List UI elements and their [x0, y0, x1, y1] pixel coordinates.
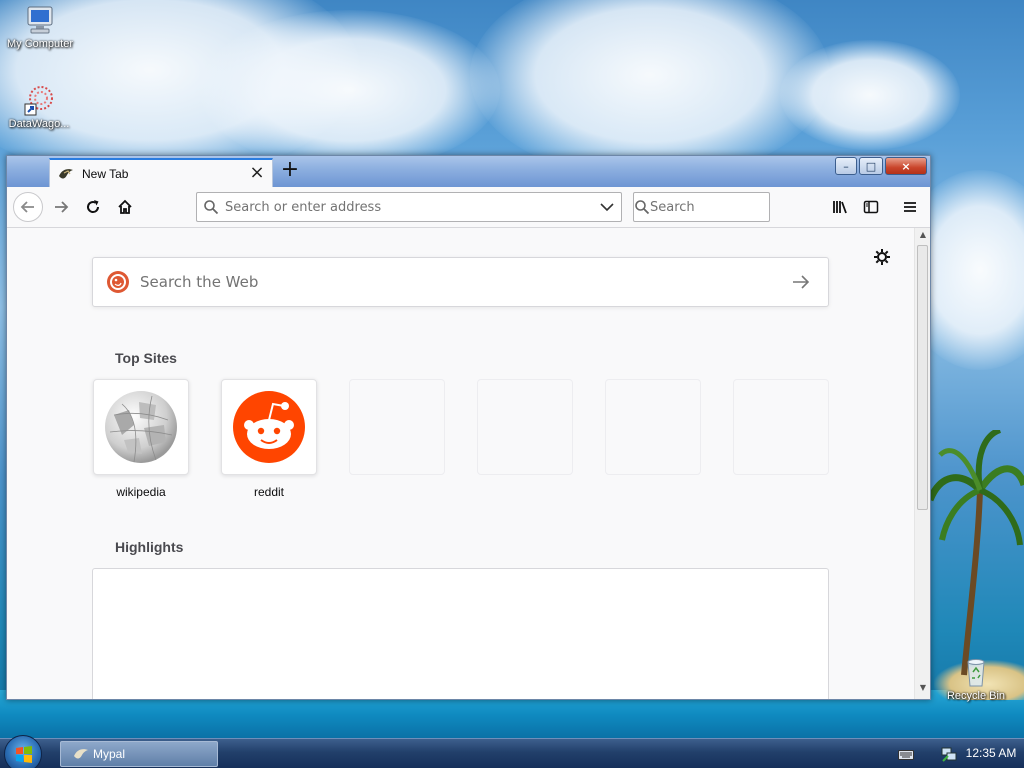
palm-tree-image	[930, 430, 1024, 676]
new-tab-button[interactable]: +	[279, 159, 301, 183]
back-button[interactable]	[13, 192, 43, 222]
duckduckgo-icon	[106, 270, 130, 294]
top-site-label: reddit	[253, 485, 285, 499]
web-search-input[interactable]	[140, 273, 786, 291]
library-button[interactable]	[827, 193, 855, 221]
address-input[interactable]	[225, 199, 593, 215]
search-input[interactable]	[650, 199, 820, 215]
vertical-scrollbar[interactable]: ▲ ▼	[914, 228, 930, 699]
web-search-box[interactable]	[92, 257, 829, 307]
scroll-down-icon[interactable]: ▼	[915, 683, 931, 697]
desktop-icon-datawagon[interactable]: DataWago...	[0, 84, 78, 130]
keyboard-icon[interactable]	[898, 749, 914, 760]
minimize-icon: –	[843, 159, 849, 173]
arrow-right-icon[interactable]	[786, 267, 816, 297]
desktop-icon-recycle-bin[interactable]: Recycle Bin	[937, 656, 1015, 702]
mypal-icon	[74, 749, 88, 759]
datawagon-shortcut-icon	[23, 84, 55, 116]
computer-icon	[24, 4, 56, 36]
top-site-tile-empty[interactable]	[733, 379, 829, 475]
highlights-title: Highlights	[115, 539, 184, 555]
scroll-up-icon[interactable]: ▲	[915, 230, 931, 244]
close-icon: ×	[901, 159, 911, 173]
new-tab-page: Top Sites wikipedia	[7, 228, 914, 699]
mypal-favicon-icon	[58, 167, 74, 181]
top-site-tile-empty[interactable]	[605, 379, 701, 475]
sidebar-toggle-button[interactable]	[857, 193, 885, 221]
forward-arrow-icon	[55, 201, 69, 213]
maximize-button[interactable]: □	[859, 157, 883, 175]
top-site-label: wikipedia	[116, 485, 166, 499]
home-button[interactable]	[111, 193, 139, 221]
highlights-panel	[92, 568, 829, 699]
address-bar[interactable]	[196, 192, 622, 222]
top-site-tile-wikipedia[interactable]	[93, 379, 189, 475]
home-icon	[118, 199, 132, 214]
search-icon	[197, 199, 225, 215]
desktop-icon-label: Recycle Bin	[946, 690, 1006, 702]
chevron-down-icon[interactable]	[593, 202, 621, 212]
scrollbar-thumb[interactable]	[917, 245, 928, 510]
menu-button[interactable]	[896, 193, 924, 221]
tab-new-tab[interactable]: New Tab ×	[49, 158, 273, 187]
taskbar-window-label: Mypal	[93, 747, 126, 761]
taskbar-clock[interactable]: 12:35 AM	[960, 746, 1022, 760]
window-titlebar[interactable]: New Tab × + – □ ×	[7, 156, 930, 187]
taskbar: Mypal 12:35 AM	[0, 735, 1024, 768]
recycle-bin-icon	[960, 656, 992, 688]
maximize-icon: □	[865, 159, 877, 173]
close-window-button[interactable]: ×	[885, 157, 927, 175]
top-sites-title: Top Sites	[115, 350, 177, 366]
taskbar-window-mypal[interactable]: Mypal	[60, 741, 218, 767]
hamburger-menu-icon	[904, 202, 916, 212]
back-arrow-icon	[20, 201, 34, 213]
browser-window: New Tab × + – □ × Search or enter addres…	[6, 155, 931, 700]
tab-title: New Tab	[82, 166, 129, 181]
desktop-icon-my-computer[interactable]: My Computer	[1, 4, 79, 50]
wikipedia-icon	[105, 391, 177, 463]
network-icon[interactable]	[940, 745, 958, 763]
start-button[interactable]	[4, 735, 42, 768]
top-site-tile-reddit[interactable]	[221, 379, 317, 475]
library-icon	[833, 201, 847, 214]
reload-button[interactable]	[79, 193, 107, 221]
search-bar[interactable]	[633, 192, 820, 222]
desktop-icon-label: DataWago...	[8, 118, 70, 130]
tab-close-icon[interactable]: ×	[248, 163, 266, 183]
minimize-button[interactable]: –	[835, 157, 857, 175]
search-icon	[634, 199, 650, 215]
forward-button[interactable]	[47, 193, 75, 221]
desktop-icon-label: My Computer	[6, 38, 74, 50]
top-site-tile-empty[interactable]	[477, 379, 573, 475]
windows-logo-icon	[16, 746, 32, 763]
top-site-tile-empty[interactable]	[349, 379, 445, 475]
reddit-icon	[233, 391, 305, 463]
gear-icon[interactable]	[872, 247, 892, 267]
sidebar-icon	[863, 200, 879, 214]
nav-toolbar	[7, 187, 930, 228]
reload-icon	[87, 200, 100, 213]
